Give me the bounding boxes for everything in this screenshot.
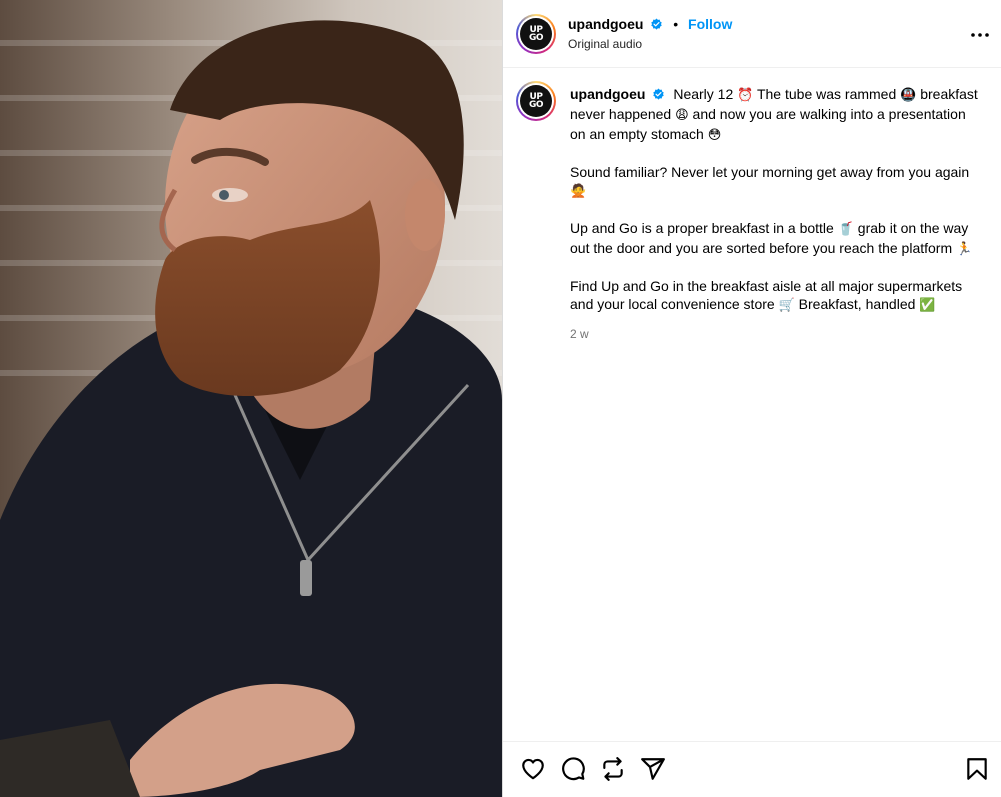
shopping-cart-emoji: 🛒 — [778, 298, 795, 313]
caption-paragraph-4: Find Up and Go in the breakfast aisle at… — [570, 277, 980, 315]
more-options-icon[interactable] — [968, 23, 992, 47]
alarm-clock-emoji: ⏰ — [737, 88, 754, 103]
video-frame-image — [0, 0, 502, 797]
metro-emoji: 🚇 — [900, 88, 917, 103]
post-panel: UP GO upandgoeu • Follow Original audio U… — [502, 0, 1001, 797]
repost-icon[interactable] — [600, 756, 626, 782]
caption-paragraph-2: Sound familiar? Never let your morning g… — [570, 163, 980, 201]
caption-text: Up and Go is a proper breakfast in a bot… — [570, 220, 834, 236]
heart-icon[interactable] — [520, 756, 546, 782]
caption-text: Nearly 12 — [673, 86, 734, 102]
caption-username[interactable]: upandgoeu — [570, 86, 645, 102]
flushed-face-emoji: 😳 — [707, 128, 722, 143]
check-mark-emoji: ✅ — [919, 298, 936, 313]
caption-text: Breakfast, handled — [798, 296, 916, 312]
post-timestamp[interactable]: 2 w — [570, 327, 589, 341]
header-user-line: upandgoeu • Follow — [568, 16, 732, 32]
running-emoji: 🏃 — [956, 242, 973, 257]
avatar[interactable]: UP GO — [516, 14, 556, 54]
caption-paragraph-3: Up and Go is a proper breakfast in a bot… — [570, 219, 980, 259]
verified-badge-icon — [651, 18, 663, 30]
comment-icon[interactable] — [560, 756, 586, 782]
post-media[interactable] — [0, 0, 502, 797]
caption-paragraph-1: upandgoeu Nearly 12 ⏰ The tube was ramme… — [570, 85, 980, 145]
username-link[interactable]: upandgoeu — [568, 16, 643, 32]
caption-text: The tube was rammed — [756, 86, 897, 102]
avatar-logo: UP GO — [520, 18, 552, 50]
avatar-logo: UP GO — [520, 85, 552, 117]
post-header: UP GO upandgoeu • Follow Original audio — [503, 0, 1001, 68]
verified-badge-icon — [653, 88, 665, 100]
share-icon[interactable] — [640, 756, 666, 782]
action-bar — [503, 741, 1001, 797]
gesture-no-emoji: 🙅 — [570, 184, 587, 199]
caption-avatar[interactable]: UP GO — [516, 81, 556, 121]
comments-area: UP GO upandgoeu Nearly 12 ⏰ The tube was … — [503, 68, 1001, 741]
bookmark-icon[interactable] — [964, 756, 990, 782]
audio-link[interactable]: Original audio — [568, 37, 642, 51]
post-caption: upandgoeu Nearly 12 ⏰ The tube was ramme… — [570, 85, 980, 315]
separator-dot: • — [673, 16, 679, 32]
follow-button[interactable]: Follow — [688, 16, 732, 32]
weary-face-emoji: 😩 — [675, 108, 689, 123]
caption-text: Sound familiar? Never let your morning g… — [570, 164, 970, 180]
cup-with-straw-emoji: 🥤 — [837, 222, 854, 237]
